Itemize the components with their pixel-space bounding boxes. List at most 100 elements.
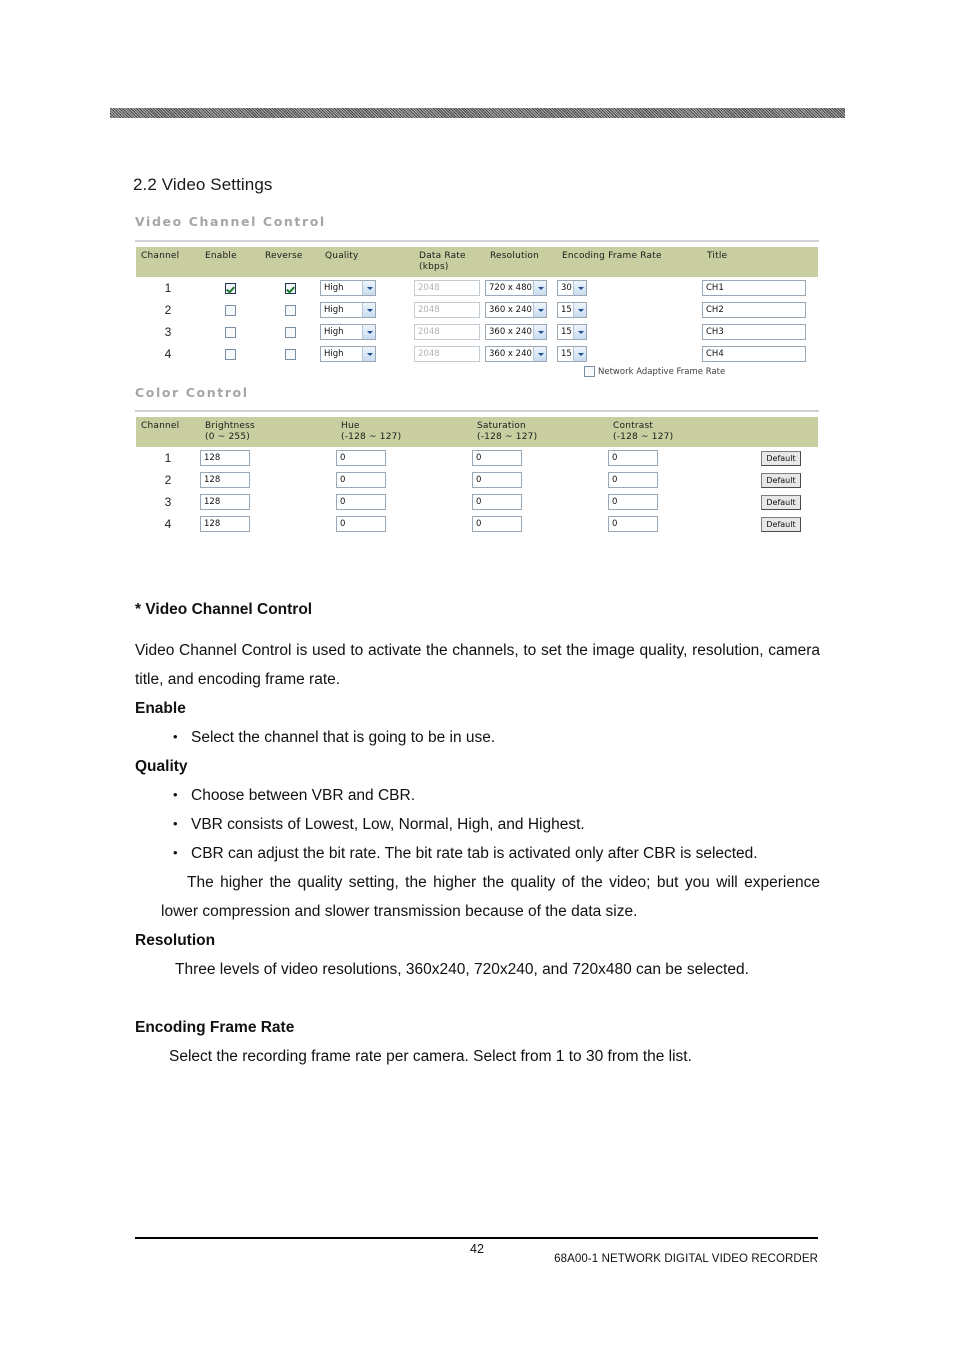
- frame-rate-select[interactable]: 30: [557, 280, 587, 296]
- data-rate-input[interactable]: 2048: [414, 346, 480, 362]
- data-rate-input[interactable]: 2048: [414, 324, 480, 340]
- col-contrast-range: (-128 ~ 127): [613, 432, 674, 442]
- panel-title-color-control: Color Control: [135, 385, 249, 400]
- table-header-row: Channel Brightness (0 ~ 255) Hue (-128 ~…: [136, 417, 818, 447]
- default-button[interactable]: Default: [761, 516, 801, 532]
- resolution-select[interactable]: 360 x 240: [485, 346, 547, 362]
- reverse-checkbox[interactable]: [284, 348, 296, 360]
- cell-brightness: 128: [200, 469, 336, 491]
- list-item: Select the channel that is going to be i…: [173, 722, 820, 752]
- cell-channel: 1: [164, 281, 172, 295]
- col-resolution: Resolution: [485, 247, 557, 277]
- reverse-checkbox[interactable]: [284, 304, 296, 316]
- document-page: 2.2 Video Settings Video Channel Control…: [0, 0, 954, 1350]
- footer-product-note: 68A00-1 NETWORK DIGITAL VIDEO RECORDER: [554, 1253, 818, 1265]
- resolution-select[interactable]: 720 x 480: [485, 280, 547, 296]
- enable-checkbox[interactable]: [224, 282, 236, 294]
- frame-rate-select-value: 30: [561, 283, 572, 293]
- saturation-input[interactable]: 0: [472, 494, 522, 510]
- default-button[interactable]: Default: [761, 494, 801, 510]
- hue-input[interactable]: 0: [336, 494, 386, 510]
- enable-checkbox[interactable]: [224, 348, 236, 360]
- cell-title: CH2: [702, 299, 818, 321]
- hue-input[interactable]: 0: [336, 472, 386, 488]
- brightness-input[interactable]: 128: [200, 516, 250, 532]
- title-input[interactable]: CH3: [702, 324, 806, 340]
- cell-channel: 1: [164, 451, 172, 465]
- chevron-down-icon: [573, 325, 586, 339]
- col-enable: Enable: [200, 247, 260, 277]
- resolution-select[interactable]: 360 x 240: [485, 324, 547, 340]
- cell-quality: High: [320, 277, 414, 299]
- quality-select-value: High: [324, 283, 344, 293]
- cell-title: CH4: [702, 343, 818, 365]
- col-encoding-frame-rate: Encoding Frame Rate: [557, 247, 702, 277]
- frame-rate-select[interactable]: 15: [557, 302, 587, 318]
- table-row: 1 128 0 0 0 Default: [136, 447, 818, 469]
- subheading-enable: Enable: [135, 700, 186, 717]
- saturation-input[interactable]: 0: [472, 450, 522, 466]
- resolution-select-value: 720 x 480: [489, 283, 532, 293]
- cell-hue: 0: [336, 447, 472, 469]
- quality-select[interactable]: High: [320, 324, 376, 340]
- cell-channel: 2: [164, 473, 172, 487]
- cell-reverse: [260, 343, 320, 365]
- col-saturation-name: Saturation: [477, 421, 526, 431]
- cell-contrast: 0: [608, 447, 744, 469]
- enable-checkbox[interactable]: [224, 304, 236, 316]
- brightness-input[interactable]: 128: [200, 472, 250, 488]
- col-quality: Quality: [320, 247, 414, 277]
- cell-brightness: 128: [200, 513, 336, 535]
- saturation-input[interactable]: 0: [472, 516, 522, 532]
- cell-data-rate: 2048: [414, 321, 485, 343]
- frame-rate-select[interactable]: 15: [557, 346, 587, 362]
- frame-rate-select[interactable]: 15: [557, 324, 587, 340]
- chevron-down-icon: [362, 281, 375, 295]
- hue-input[interactable]: 0: [336, 450, 386, 466]
- enable-checkbox[interactable]: [224, 326, 236, 338]
- cell-saturation: 0: [472, 513, 608, 535]
- chevron-down-icon: [533, 347, 546, 361]
- cell-hue: 0: [336, 513, 472, 535]
- title-input[interactable]: CH1: [702, 280, 806, 296]
- cell-channel: 4: [164, 347, 172, 361]
- chevron-down-icon: [362, 325, 375, 339]
- quality-select[interactable]: High: [320, 346, 376, 362]
- table-header-row: Channel Enable Reverse Quality Data Rate…: [136, 247, 818, 277]
- reverse-checkbox[interactable]: [284, 326, 296, 338]
- contrast-input[interactable]: 0: [608, 494, 658, 510]
- enable-bullet-list: Select the channel that is going to be i…: [135, 722, 820, 752]
- col-data-rate: Data Rate (kbps): [414, 247, 485, 277]
- hue-input[interactable]: 0: [336, 516, 386, 532]
- cell-reverse: [260, 299, 320, 321]
- data-rate-input[interactable]: 2048: [414, 302, 480, 318]
- cell-saturation: 0: [472, 491, 608, 513]
- network-adaptive-frame-rate-checkbox[interactable]: [584, 366, 595, 377]
- brightness-input[interactable]: 128: [200, 494, 250, 510]
- cell-data-rate: 2048: [414, 277, 485, 299]
- contrast-input[interactable]: 0: [608, 472, 658, 488]
- cell-resolution: 360 x 240: [485, 343, 557, 365]
- col-contrast-name: Contrast: [613, 421, 654, 431]
- contrast-input[interactable]: 0: [608, 450, 658, 466]
- quality-select[interactable]: High: [320, 302, 376, 318]
- default-button[interactable]: Default: [761, 472, 801, 488]
- col-channel: Channel: [136, 417, 200, 447]
- default-button[interactable]: Default: [761, 450, 801, 466]
- reverse-checkbox[interactable]: [284, 282, 296, 294]
- frame-rate-select-value: 15: [561, 349, 572, 359]
- quality-select[interactable]: High: [320, 280, 376, 296]
- contrast-input[interactable]: 0: [608, 516, 658, 532]
- data-rate-input[interactable]: 2048: [414, 280, 480, 296]
- col-brightness: Brightness (0 ~ 255): [200, 417, 336, 447]
- cell-data-rate: 2048: [414, 343, 485, 365]
- paragraph-encoding-frame-rate: Select the recording frame rate per came…: [169, 1048, 692, 1065]
- resolution-select[interactable]: 360 x 240: [485, 302, 547, 318]
- saturation-input[interactable]: 0: [472, 472, 522, 488]
- cell-contrast: 0: [608, 513, 744, 535]
- brightness-input[interactable]: 128: [200, 450, 250, 466]
- title-input[interactable]: CH2: [702, 302, 806, 318]
- cell-hue: 0: [336, 469, 472, 491]
- title-input[interactable]: CH4: [702, 346, 806, 362]
- chevron-down-icon: [533, 325, 546, 339]
